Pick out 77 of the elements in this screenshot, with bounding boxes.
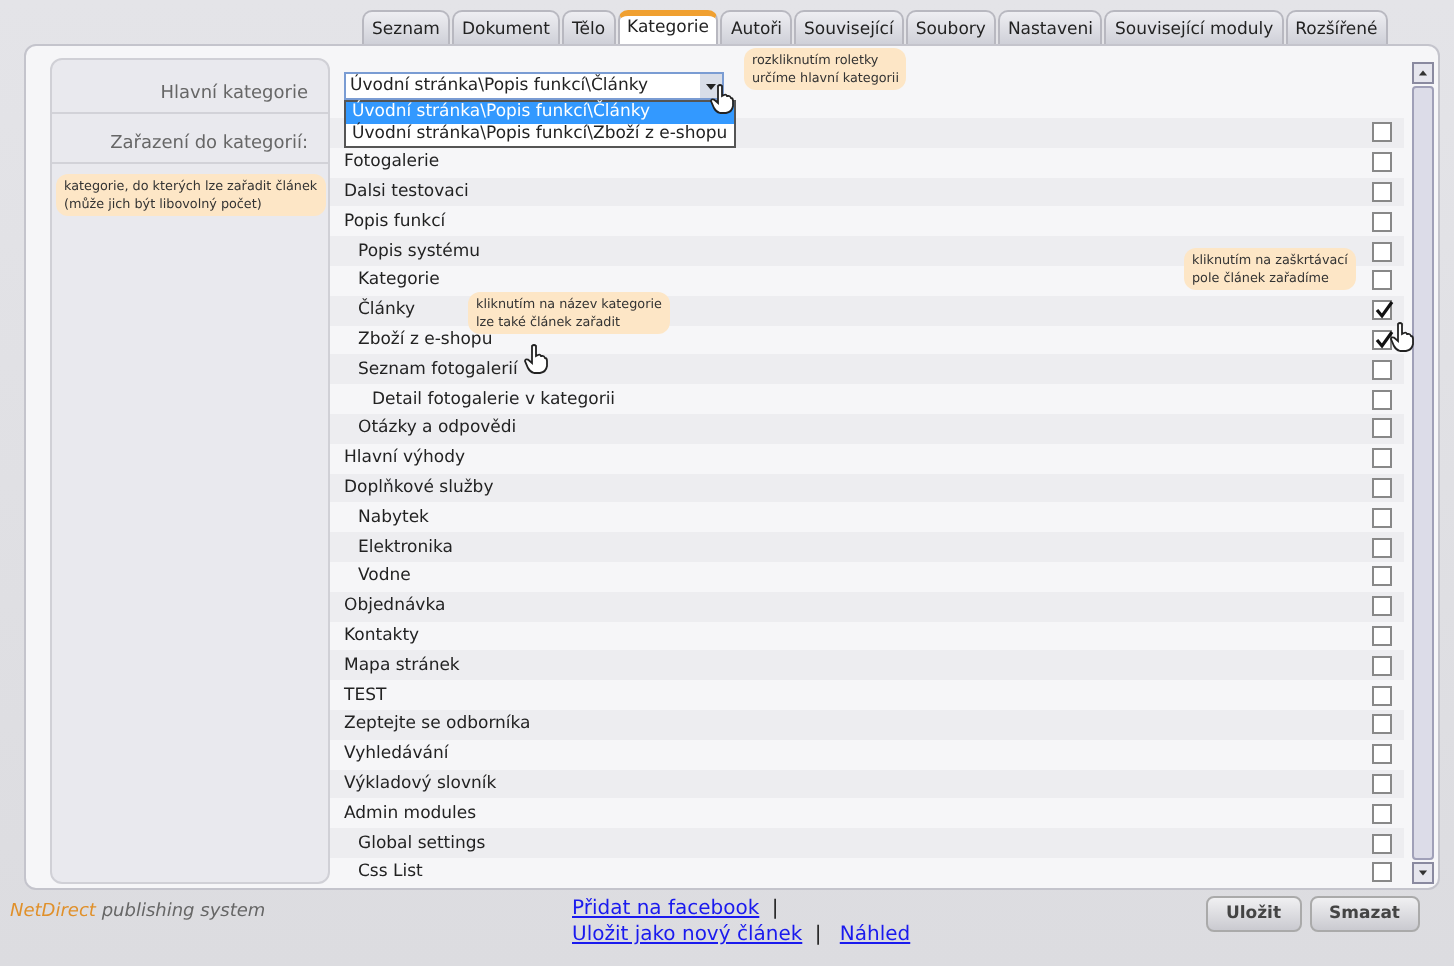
checkbox[interactable]	[1372, 833, 1392, 854]
category-label[interactable]: Zeptejte se odborníka	[330, 714, 531, 735]
category-label[interactable]: Vodne	[330, 566, 411, 587]
separator: |	[814, 924, 822, 946]
category-label[interactable]: Fotogalerie	[330, 152, 440, 173]
category-label[interactable]: TEST	[330, 685, 387, 706]
footer-link[interactable]: Přidat na facebook	[572, 898, 760, 920]
checkbox[interactable]	[1372, 359, 1392, 380]
tab[interactable]: Soubory	[905, 10, 996, 44]
checkbox[interactable]	[1372, 714, 1392, 735]
tab[interactable]: Související moduly	[1104, 10, 1284, 44]
category-label[interactable]: Elektronika	[330, 537, 453, 558]
checkbox[interactable]	[1372, 862, 1392, 883]
checkbox[interactable]	[1372, 211, 1392, 232]
tab[interactable]: Nastaveni	[997, 10, 1103, 44]
tab[interactable]: Autoři	[720, 10, 793, 44]
checkbox[interactable]	[1372, 270, 1392, 291]
footer-link[interactable]: Náhled	[839, 924, 911, 946]
scrollbar-thumb[interactable]	[1412, 86, 1434, 860]
checkbox[interactable]	[1372, 389, 1392, 410]
category-dropdown[interactable]: Úvodní stránka\Popis funkcí\Články	[344, 72, 724, 100]
checkbox[interactable]	[1372, 773, 1392, 794]
checkbox[interactable]	[1372, 329, 1392, 350]
category-label[interactable]: Css List	[330, 862, 423, 883]
field-label: Zařazení do kategorií:	[52, 126, 328, 164]
checkbox[interactable]	[1372, 152, 1392, 173]
category-label[interactable]: Výkladový slovník	[330, 773, 497, 794]
category-label[interactable]: Hlavní výhody	[330, 448, 466, 469]
checkbox[interactable]	[1372, 685, 1392, 706]
checkbox[interactable]	[1372, 744, 1392, 765]
tab[interactable]: Dokument	[451, 10, 560, 44]
category-label[interactable]: Popis funkcí	[330, 211, 446, 232]
checkbox[interactable]	[1372, 122, 1392, 143]
category-label[interactable]: Kontakty	[330, 625, 420, 646]
category-label[interactable]: Zboží z e-shopu	[330, 329, 493, 350]
category-label[interactable]: Admin modules	[330, 803, 477, 824]
category-label[interactable]: Detail fotogalerie v kategorii	[330, 389, 616, 410]
tab[interactable]: Související	[794, 10, 904, 44]
category-label[interactable]: Kategorie	[330, 270, 440, 291]
hand-cursor-icon	[524, 344, 548, 374]
scroll-up-icon[interactable]	[1412, 62, 1434, 84]
category-label[interactable]: Global settings	[330, 833, 486, 854]
category-label[interactable]: Vyhledávání	[330, 744, 449, 765]
checkbox[interactable]	[1372, 596, 1392, 617]
checkbox[interactable]	[1372, 448, 1392, 469]
tab[interactable]: Tělo	[562, 10, 616, 44]
checkbox[interactable]	[1372, 625, 1392, 646]
checkbox[interactable]	[1372, 537, 1392, 558]
category-label[interactable]: Nabytek	[330, 507, 429, 528]
category-label[interactable]: Doplňkové služby	[330, 477, 494, 498]
category-label[interactable]: Popis systému	[330, 241, 481, 262]
action-button[interactable]: Smazat	[1309, 896, 1420, 932]
field-label: Hlavní kategorie	[52, 76, 328, 114]
tab[interactable]: Seznam	[362, 10, 450, 44]
checkbox[interactable]	[1372, 181, 1392, 202]
checkbox[interactable]	[1372, 418, 1392, 439]
category-label[interactable]: Články	[330, 300, 416, 321]
checkbox[interactable]	[1372, 477, 1392, 498]
checkbox[interactable]	[1372, 803, 1392, 824]
checkbox[interactable]	[1372, 655, 1392, 676]
logo: NetDirect publishing system	[8, 902, 268, 922]
tab[interactable]: Rozšířené	[1285, 10, 1388, 44]
category-label[interactable]: Dalsi testovaci	[330, 181, 469, 202]
checkbox[interactable]	[1372, 566, 1392, 587]
category-label[interactable]: Objednávka	[330, 596, 446, 617]
separator: |	[771, 898, 779, 920]
scroll-down-icon[interactable]	[1412, 862, 1434, 884]
footer-link[interactable]: Uložit jako nový článek	[572, 924, 803, 946]
checkbox[interactable]	[1372, 507, 1392, 528]
category-label[interactable]: Otázky a odpovědi	[330, 418, 517, 439]
category-label[interactable]: Seznam fotogalerií	[330, 359, 518, 380]
category-label[interactable]: Mapa stránek	[330, 655, 460, 676]
action-button[interactable]: Uložit	[1205, 896, 1302, 932]
tab[interactable]: Kategorie	[617, 10, 719, 44]
checkbox[interactable]	[1372, 300, 1392, 321]
hand-cursor-icon	[1390, 322, 1414, 352]
checkbox[interactable]	[1372, 241, 1392, 262]
